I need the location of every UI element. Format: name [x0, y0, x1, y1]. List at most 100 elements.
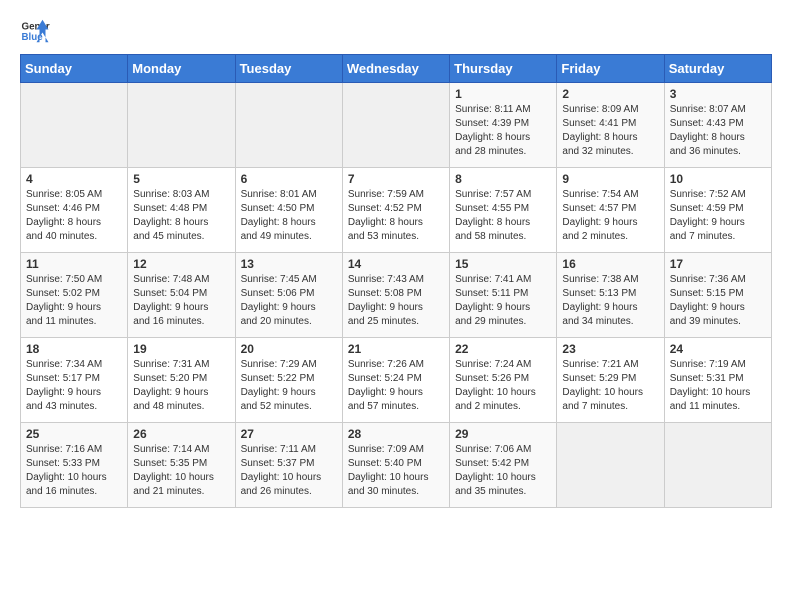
header-cell-tuesday: Tuesday [235, 55, 342, 83]
header-cell-friday: Friday [557, 55, 664, 83]
day-cell: 10 Sunrise: 7:52 AM Sunset: 4:59 PM Dayli… [664, 168, 771, 253]
day-number: 1 [455, 87, 551, 101]
day-cell: 4 Sunrise: 8:05 AM Sunset: 4:46 PM Daylig… [21, 168, 128, 253]
day-number: 2 [562, 87, 658, 101]
header-cell-thursday: Thursday [450, 55, 557, 83]
day-cell: 20 Sunrise: 7:29 AM Sunset: 5:22 PM Dayli… [235, 338, 342, 423]
week-row-4: 25 Sunrise: 7:16 AM Sunset: 5:33 PM Dayli… [21, 423, 772, 508]
day-info: Sunrise: 7:48 AM Sunset: 5:04 PM Dayligh… [133, 273, 229, 329]
day-info: Sunrise: 7:31 AM Sunset: 5:20 PM Dayligh… [133, 358, 229, 414]
day-cell: 3 Sunrise: 8:07 AM Sunset: 4:43 PM Daylig… [664, 83, 771, 168]
day-cell: 6 Sunrise: 8:01 AM Sunset: 4:50 PM Daylig… [235, 168, 342, 253]
day-cell [664, 423, 771, 508]
day-cell: 8Sunrise: 7:57 AM Sunset: 4:55 PM Daylig… [450, 168, 557, 253]
day-info: Sunrise: 7:59 AM Sunset: 4:52 PM Dayligh… [348, 188, 444, 244]
day-info: Sunrise: 8:05 AM Sunset: 4:46 PM Dayligh… [26, 188, 122, 244]
day-cell [21, 83, 128, 168]
day-info: Sunrise: 7:16 AM Sunset: 5:33 PM Dayligh… [26, 443, 122, 499]
day-number: 28 [348, 427, 444, 441]
day-info: Sunrise: 7:38 AM Sunset: 5:13 PM Dayligh… [562, 273, 658, 329]
day-cell: 2 Sunrise: 8:09 AM Sunset: 4:41 PM Daylig… [557, 83, 664, 168]
day-number: 23 [562, 342, 658, 356]
day-number: 21 [348, 342, 444, 356]
header-cell-sunday: Sunday [21, 55, 128, 83]
day-cell: 21 Sunrise: 7:26 AM Sunset: 5:24 PM Dayli… [342, 338, 449, 423]
day-info: Sunrise: 7:36 AM Sunset: 5:15 PM Dayligh… [670, 273, 766, 329]
header-cell-wednesday: Wednesday [342, 55, 449, 83]
day-number: 20 [241, 342, 337, 356]
day-number: 27 [241, 427, 337, 441]
day-cell: 11 Sunrise: 7:50 AM Sunset: 5:02 PM Dayli… [21, 253, 128, 338]
day-cell: 18 Sunrise: 7:34 AM Sunset: 5:17 PM Dayli… [21, 338, 128, 423]
day-number: 7 [348, 172, 444, 186]
day-cell: 1Sunrise: 8:11 AM Sunset: 4:39 PM Daylig… [450, 83, 557, 168]
day-info: Sunrise: 7:14 AM Sunset: 5:35 PM Dayligh… [133, 443, 229, 499]
day-cell: 5Sunrise: 8:03 AM Sunset: 4:48 PM Daylig… [128, 168, 235, 253]
day-cell: 24 Sunrise: 7:19 AM Sunset: 5:31 PM Dayli… [664, 338, 771, 423]
day-info: Sunrise: 7:52 AM Sunset: 4:59 PM Dayligh… [670, 188, 766, 244]
day-number: 10 [670, 172, 766, 186]
day-info: Sunrise: 8:03 AM Sunset: 4:48 PM Dayligh… [133, 188, 229, 244]
day-number: 26 [133, 427, 229, 441]
day-number: 19 [133, 342, 229, 356]
day-info: Sunrise: 7:21 AM Sunset: 5:29 PM Dayligh… [562, 358, 658, 414]
day-number: 4 [26, 172, 122, 186]
day-cell [342, 83, 449, 168]
day-number: 25 [26, 427, 122, 441]
day-cell: 22Sunrise: 7:24 AM Sunset: 5:26 PM Dayli… [450, 338, 557, 423]
day-number: 6 [241, 172, 337, 186]
day-info: Sunrise: 7:57 AM Sunset: 4:55 PM Dayligh… [455, 188, 551, 244]
day-cell [557, 423, 664, 508]
day-cell [128, 83, 235, 168]
day-cell: 27 Sunrise: 7:11 AM Sunset: 5:37 PM Dayli… [235, 423, 342, 508]
day-info: Sunrise: 8:01 AM Sunset: 4:50 PM Dayligh… [241, 188, 337, 244]
day-cell: 26 Sunrise: 7:14 AM Sunset: 5:35 PM Dayli… [128, 423, 235, 508]
day-cell: 16 Sunrise: 7:38 AM Sunset: 5:13 PM Dayli… [557, 253, 664, 338]
day-info: Sunrise: 7:54 AM Sunset: 4:57 PM Dayligh… [562, 188, 658, 244]
day-number: 17 [670, 257, 766, 271]
day-number: 3 [670, 87, 766, 101]
day-info: Sunrise: 7:09 AM Sunset: 5:40 PM Dayligh… [348, 443, 444, 499]
day-cell: 7 Sunrise: 7:59 AM Sunset: 4:52 PM Daylig… [342, 168, 449, 253]
day-info: Sunrise: 7:06 AM Sunset: 5:42 PM Dayligh… [455, 443, 551, 499]
logo: General Blue [20, 16, 50, 46]
week-row-2: 11 Sunrise: 7:50 AM Sunset: 5:02 PM Dayli… [21, 253, 772, 338]
day-number: 29 [455, 427, 551, 441]
header-cell-monday: Monday [128, 55, 235, 83]
day-info: Sunrise: 7:45 AM Sunset: 5:06 PM Dayligh… [241, 273, 337, 329]
day-number: 22 [455, 342, 551, 356]
day-number: 18 [26, 342, 122, 356]
day-number: 15 [455, 257, 551, 271]
day-number: 14 [348, 257, 444, 271]
day-number: 13 [241, 257, 337, 271]
day-info: Sunrise: 7:11 AM Sunset: 5:37 PM Dayligh… [241, 443, 337, 499]
day-info: Sunrise: 7:19 AM Sunset: 5:31 PM Dayligh… [670, 358, 766, 414]
day-info: Sunrise: 7:43 AM Sunset: 5:08 PM Dayligh… [348, 273, 444, 329]
day-number: 11 [26, 257, 122, 271]
day-number: 16 [562, 257, 658, 271]
day-cell: 17 Sunrise: 7:36 AM Sunset: 5:15 PM Dayli… [664, 253, 771, 338]
day-number: 12 [133, 257, 229, 271]
day-cell: 12 Sunrise: 7:48 AM Sunset: 5:04 PM Dayli… [128, 253, 235, 338]
header: General Blue [20, 16, 772, 46]
day-info: Sunrise: 7:26 AM Sunset: 5:24 PM Dayligh… [348, 358, 444, 414]
day-cell: 14 Sunrise: 7:43 AM Sunset: 5:08 PM Dayli… [342, 253, 449, 338]
day-cell: 15 Sunrise: 7:41 AM Sunset: 5:11 PM Dayli… [450, 253, 557, 338]
day-info: Sunrise: 7:29 AM Sunset: 5:22 PM Dayligh… [241, 358, 337, 414]
day-cell: 13 Sunrise: 7:45 AM Sunset: 5:06 PM Dayli… [235, 253, 342, 338]
day-info: Sunrise: 8:09 AM Sunset: 4:41 PM Dayligh… [562, 103, 658, 159]
day-cell [235, 83, 342, 168]
calendar-table: SundayMondayTuesdayWednesdayThursdayFrid… [20, 54, 772, 508]
day-info: Sunrise: 7:34 AM Sunset: 5:17 PM Dayligh… [26, 358, 122, 414]
day-info: Sunrise: 8:07 AM Sunset: 4:43 PM Dayligh… [670, 103, 766, 159]
day-cell: 9 Sunrise: 7:54 AM Sunset: 4:57 PM Daylig… [557, 168, 664, 253]
day-number: 9 [562, 172, 658, 186]
day-number: 24 [670, 342, 766, 356]
logo-icon: General Blue [20, 16, 50, 46]
week-row-0: 1Sunrise: 8:11 AM Sunset: 4:39 PM Daylig… [21, 83, 772, 168]
day-cell: 19 Sunrise: 7:31 AM Sunset: 5:20 PM Dayli… [128, 338, 235, 423]
day-cell: 28 Sunrise: 7:09 AM Sunset: 5:40 PM Dayli… [342, 423, 449, 508]
day-info: Sunrise: 7:50 AM Sunset: 5:02 PM Dayligh… [26, 273, 122, 329]
day-cell: 29 Sunrise: 7:06 AM Sunset: 5:42 PM Dayli… [450, 423, 557, 508]
day-info: Sunrise: 7:41 AM Sunset: 5:11 PM Dayligh… [455, 273, 551, 329]
